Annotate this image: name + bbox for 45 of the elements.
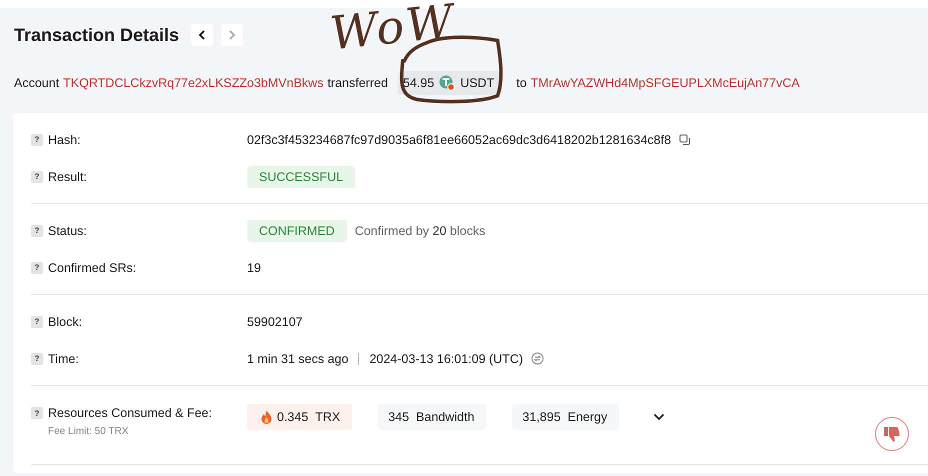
page-title: Transaction Details (14, 24, 180, 46)
hash-value: 02f3c3f453234687fc97d9035a6f81ee66052ac69dc3d6418202b1281634c8f8 (247, 132, 672, 146)
summary-text: to (516, 76, 527, 90)
status-badge: SUCCESSFUL (247, 166, 356, 188)
resource-chip: 31,895 Energy (512, 404, 620, 430)
switch-icon[interactable] (531, 352, 544, 365)
handwritten-annotation: WoW (328, 0, 458, 60)
feedback-button[interactable] (875, 417, 909, 451)
token-amount: 54.95 (402, 76, 434, 90)
summary-text: transferred (327, 76, 388, 90)
field-value: 59902107 (247, 314, 303, 328)
field-label: Hash: (48, 132, 81, 146)
token-symbol[interactable]: USDT (460, 76, 494, 90)
time-ago-text: 1 min 31 secs ago (247, 352, 348, 366)
resource-chip: 345 Bandwidth (378, 404, 486, 430)
chevron-right-icon (228, 30, 236, 40)
resource-chip: 0.345 TRX (247, 404, 352, 430)
status-badge: CONFIRMED (247, 220, 347, 242)
help-icon[interactable]: ? (31, 262, 43, 274)
help-icon[interactable]: ? (31, 352, 43, 364)
help-icon[interactable]: ? (31, 224, 43, 236)
help-icon[interactable]: ? (31, 134, 43, 146)
address-link[interactable]: TKQRTDCLCkzvRq77e2xLKSZZo3bMVnBkws (63, 76, 324, 90)
field-label: Block: (48, 314, 82, 328)
thumbs-down-icon (882, 424, 902, 444)
caret-down-icon[interactable] (653, 413, 666, 421)
help-icon[interactable]: ? (31, 316, 43, 328)
confirmation-text: Confirmed by 20 blocks (354, 224, 486, 238)
help-icon[interactable]: ? (31, 170, 43, 182)
field-label: Time: (48, 352, 79, 366)
summary-text: Account (14, 76, 60, 90)
address-link[interactable]: TMrAwYAZWHd4MpSFGEUPLXMcEujAn77vCA (530, 76, 800, 90)
copy-icon[interactable] (679, 134, 692, 146)
token-icon (439, 75, 456, 91)
help-icon[interactable]: ? (31, 407, 43, 419)
fee-limit-text: Fee Limit: 50 TRX (48, 426, 130, 437)
chevron-left-icon (198, 30, 206, 40)
field-label: Resources Consumed & Fee: (48, 406, 212, 420)
timestamp-text: 2024-03-13 16:01:09 (UTC) (369, 352, 524, 366)
field-label: Confirmed SRs: (48, 260, 136, 274)
previous-button[interactable] (191, 24, 214, 46)
field-label: Status: (48, 224, 87, 238)
field-value: 19 (247, 260, 261, 274)
flame-icon (261, 410, 272, 424)
field-label: Result: (48, 170, 87, 184)
